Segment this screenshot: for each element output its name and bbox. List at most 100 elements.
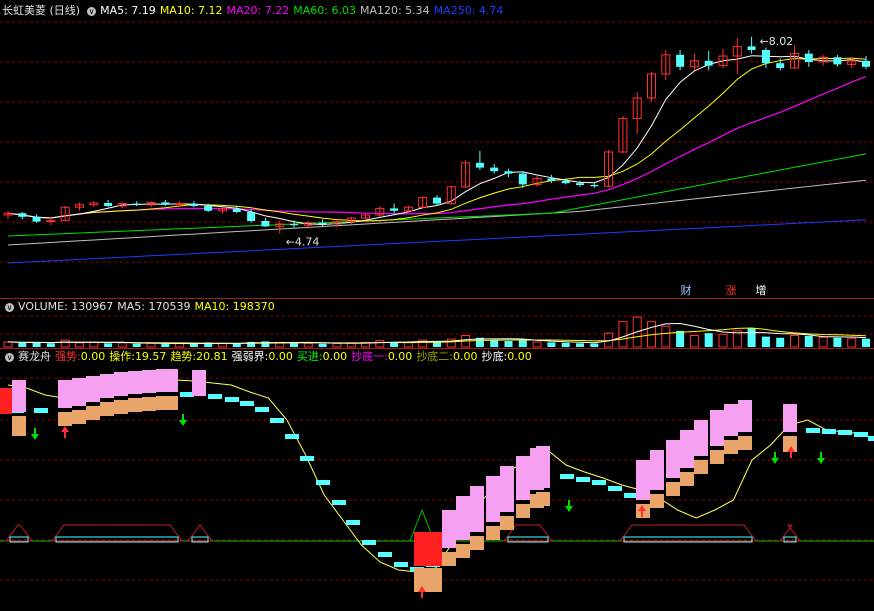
- tan-block: [72, 410, 86, 424]
- candle-body-down: [504, 171, 513, 174]
- candle-body-down: [561, 180, 570, 184]
- step-marker: [332, 500, 346, 505]
- indicator-field-label-5: 抄底一:: [351, 350, 388, 363]
- tan-block: [486, 526, 500, 540]
- volume-bar-down: [561, 342, 570, 347]
- volume-bar-down: [576, 343, 584, 347]
- candle-body-down: [590, 185, 599, 187]
- ma10-line: [7, 57, 867, 222]
- candle-body-down: [676, 54, 685, 67]
- tan-block: [114, 400, 128, 414]
- indicator-field-value-2: 20.81: [196, 350, 228, 363]
- pink-block: [72, 378, 86, 406]
- main-header: 长虹美菱 (日线) ∨ MA5: 7.19 MA10: 7.12 MA20: 7.22 M…: [2, 4, 511, 18]
- step-marker: [410, 567, 424, 572]
- candle-body-down: [862, 60, 870, 67]
- volume-bar-up: [332, 343, 342, 348]
- pink-block: [650, 450, 664, 490]
- tan-block: [530, 494, 544, 508]
- volume-bar-up: [461, 334, 471, 348]
- tan-block: [442, 552, 456, 566]
- step-marker: [270, 418, 284, 423]
- volume-bar-down: [804, 335, 813, 347]
- trend-line: [7, 379, 864, 573]
- candle-body-up: [375, 207, 385, 216]
- volume-bar-up: [446, 338, 456, 348]
- step-marker: [822, 429, 836, 434]
- candle-body-up: [303, 222, 313, 226]
- tan-block: [636, 504, 650, 518]
- panel-divider: [0, 298, 874, 299]
- candle-body-down: [490, 167, 499, 172]
- volume-bar-up: [732, 330, 742, 348]
- volume-bar-up: [403, 341, 413, 348]
- event-marker: 增: [756, 283, 767, 297]
- band-bar: [507, 536, 549, 543]
- tan-block: [58, 412, 72, 426]
- pink-block: [114, 372, 128, 396]
- tan-block: [694, 460, 708, 474]
- candle-body-down: [104, 203, 113, 206]
- tan-block: [783, 436, 797, 452]
- volume-bar-down: [776, 337, 785, 347]
- volume-bar-down: [132, 343, 141, 347]
- pink-block: [783, 404, 797, 432]
- volume-bar-up: [790, 334, 799, 348]
- tan-block: [738, 436, 752, 450]
- tan-block: [724, 440, 738, 454]
- volume-bar-down: [761, 336, 770, 347]
- volume-ma10-line: [7, 327, 867, 344]
- volume-bar-down: [232, 343, 241, 347]
- volume-bar-down: [261, 341, 270, 347]
- indicator-field-label-6: 抄底二:: [416, 350, 454, 363]
- volume-bar-up: [3, 341, 13, 348]
- candle-body-up: [218, 208, 227, 212]
- collapse-icon[interactable]: ∨: [87, 6, 97, 16]
- volume-bar-down: [161, 343, 170, 347]
- candle-body-down: [318, 222, 327, 224]
- volume-bar-up: [647, 321, 656, 348]
- red-block: [414, 532, 442, 566]
- band-bar: [783, 536, 797, 543]
- volume-bar-down: [104, 343, 113, 347]
- candle-body-up: [403, 206, 413, 212]
- ma60-line: [7, 153, 867, 237]
- step-marker: [346, 520, 360, 525]
- volume-bar-up: [418, 339, 428, 348]
- volume-bar-down: [204, 342, 213, 347]
- ma20-line: [7, 75, 867, 219]
- candle-body-down: [576, 183, 584, 185]
- collapse-icon[interactable]: ∨: [5, 302, 14, 312]
- volume-title: VOLUME: 130967: [18, 300, 114, 313]
- candle-body-up: [146, 201, 156, 206]
- candle-body-down: [18, 213, 27, 217]
- volume-bar-up: [718, 333, 728, 348]
- step-marker: [838, 430, 852, 435]
- candle-body-up: [75, 204, 84, 208]
- candle-body-down: [761, 50, 770, 64]
- step-marker: [806, 428, 820, 433]
- collapse-icon[interactable]: ∨: [5, 352, 14, 362]
- volume-bar-up: [847, 337, 857, 348]
- candle-body-up: [332, 221, 342, 225]
- candle-body-down: [204, 206, 213, 211]
- step-marker: [576, 477, 590, 482]
- candle-body-up: [117, 203, 127, 207]
- volume-bar-up: [632, 316, 642, 348]
- candle-body-down: [390, 208, 399, 211]
- pink-block: [456, 496, 470, 540]
- band-bar: [623, 536, 753, 543]
- volume-bar-up: [175, 343, 185, 348]
- volume-bar-up: [818, 336, 828, 348]
- pink-block: [724, 404, 738, 436]
- candle-body-up: [790, 53, 799, 69]
- indicator-header: ∨ 赛龙舟 强势:0.00 操作:19.57 趋势:20.81 强弱界:0.00 买进:0.…: [2, 350, 540, 364]
- volume-bar-up: [361, 341, 370, 348]
- candle-body-down: [547, 178, 556, 181]
- candle-body-down: [776, 63, 785, 68]
- band-bar: [191, 536, 209, 543]
- volume-bar-down: [547, 342, 556, 347]
- step-marker: [255, 407, 269, 412]
- pink-block: [164, 369, 178, 392]
- candle-body-up: [632, 97, 642, 119]
